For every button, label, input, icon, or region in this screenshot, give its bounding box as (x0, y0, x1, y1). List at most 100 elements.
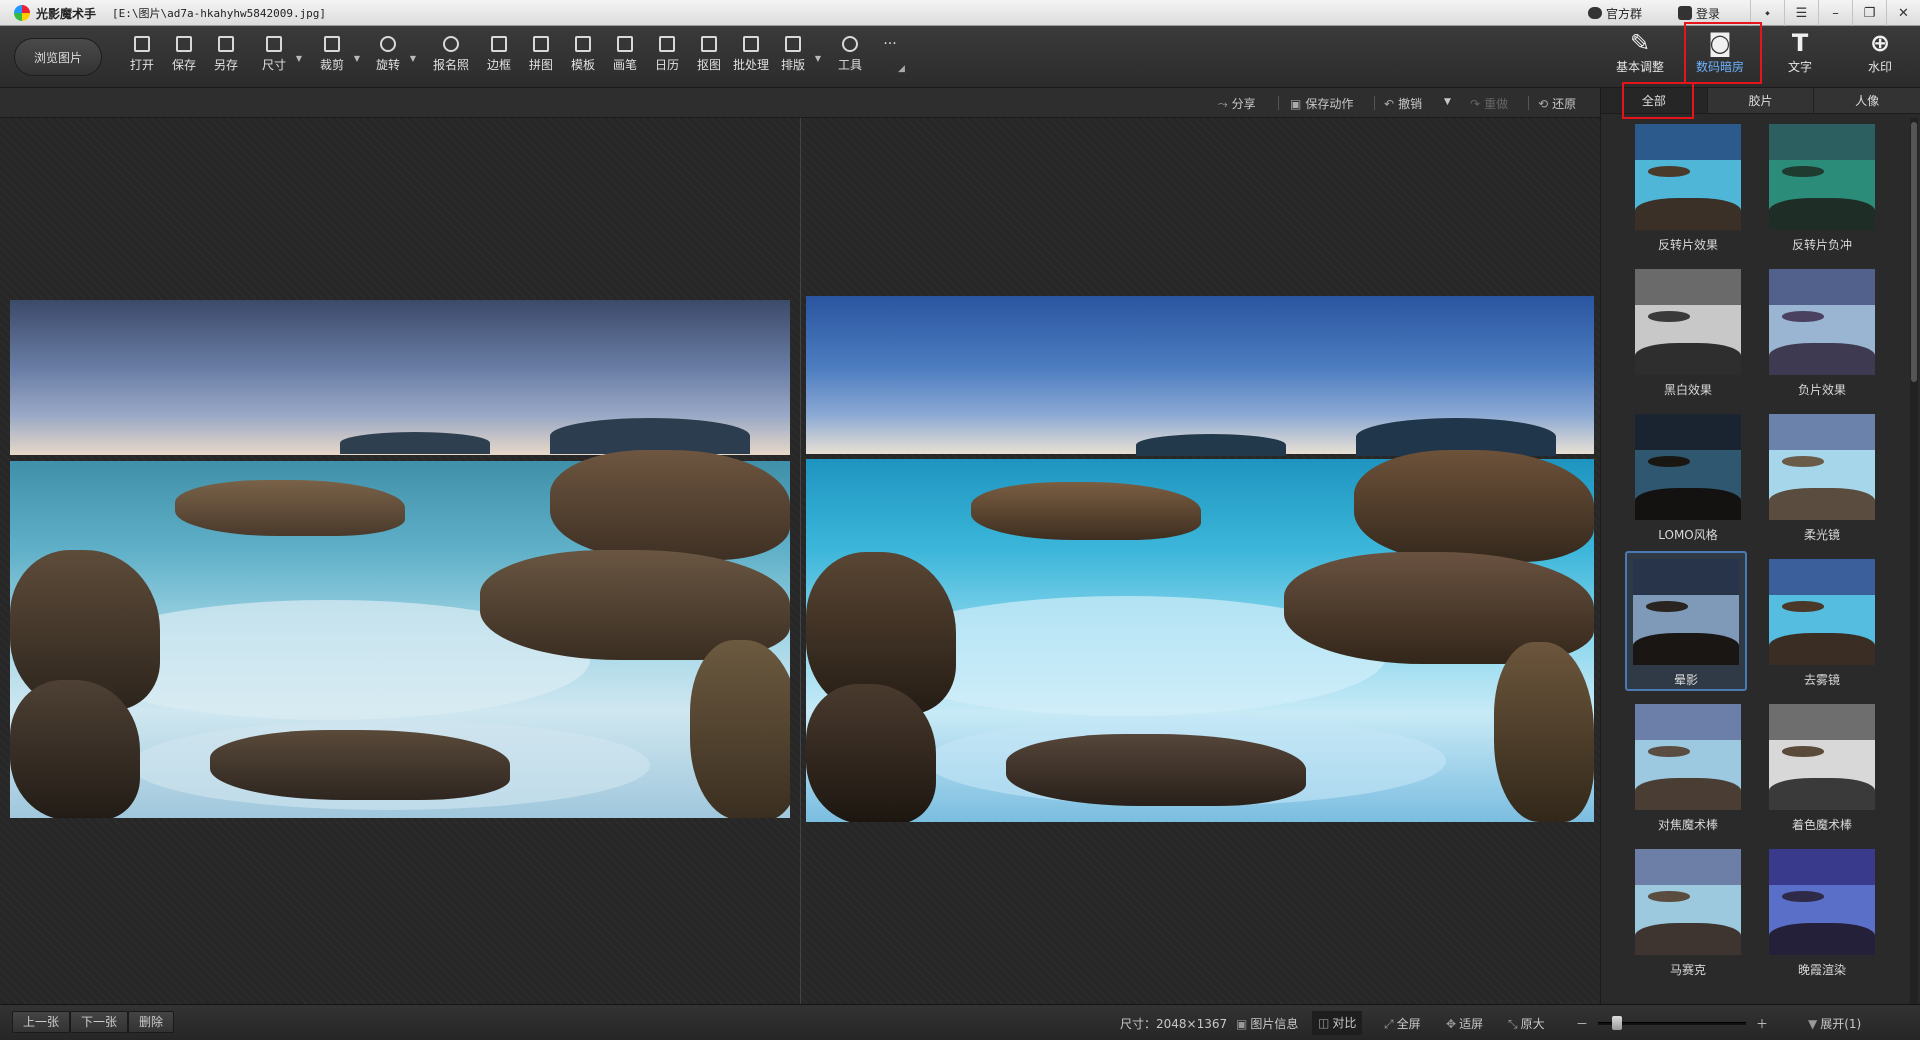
edit-icon: ✎ (1629, 29, 1651, 57)
batch-button[interactable]: 批处理 (731, 36, 771, 80)
original-size-button[interactable]: ⤡ 原大 (1508, 1015, 1545, 1032)
effects-grid: 反转片效果 反转片负冲 黑白效果 负片效果 LOMO风格 柔光镜 晕影 去雾镜 (1601, 118, 1909, 1004)
zoom-in-button[interactable]: ＋ (1756, 1015, 1768, 1032)
effect-item[interactable]: 着色魔术棒 (1761, 698, 1883, 838)
tab-portrait[interactable]: 人像 (1814, 88, 1920, 113)
fullscreen-button[interactable]: ⤢ 全屏 (1384, 1015, 1421, 1032)
border-button[interactable]: 边框 (479, 36, 519, 80)
menu-icon[interactable]: ☰ (1784, 0, 1818, 26)
effect-item[interactable]: 去雾镜 (1761, 553, 1883, 693)
login-label: 登录 (1696, 6, 1721, 21)
effect-item[interactable]: 柔光镜 (1761, 408, 1883, 548)
effect-thumbnail (1769, 414, 1875, 520)
undo-history-dropdown[interactable]: ▼ (1444, 97, 1451, 107)
zoom-out-button[interactable]: － (1576, 1015, 1588, 1032)
effect-item[interactable]: 反转片负冲 (1761, 118, 1883, 258)
effect-item-selected[interactable]: 晕影 (1625, 551, 1747, 691)
compare-divider[interactable] (800, 118, 801, 1004)
divider (1278, 96, 1279, 110)
id-photo-icon (443, 36, 459, 52)
browse-images-button[interactable]: 浏览图片 (14, 38, 102, 76)
save-as-button[interactable]: 另存 (206, 36, 246, 80)
text-tool-button[interactable]: T 文字 (1761, 26, 1839, 82)
brush-icon (617, 36, 633, 52)
cutout-icon (701, 36, 717, 52)
scrollbar-thumb[interactable] (1911, 122, 1917, 382)
calendar-icon (659, 36, 675, 52)
fit-screen-button[interactable]: ✥ 适屏 (1446, 1015, 1483, 1032)
cutout-button[interactable]: 抠图 (689, 36, 729, 80)
effect-item[interactable]: 负片效果 (1761, 263, 1883, 403)
rotate-icon (380, 36, 396, 52)
effect-item[interactable]: 对焦魔术棒 (1627, 698, 1749, 838)
minimize-icon[interactable]: – (1818, 0, 1852, 26)
template-button[interactable]: 模板 (563, 36, 603, 80)
crop-button[interactable]: 裁剪 ▼ (312, 36, 360, 80)
save-icon (176, 36, 192, 52)
collage-button[interactable]: 拼图 (521, 36, 561, 80)
effect-thumbnail (1769, 269, 1875, 375)
save-action-button[interactable]: ▣ 保存动作 (1290, 95, 1353, 112)
highlight-box-darkroom (1684, 22, 1762, 84)
chevron-down-icon[interactable]: ▼ (296, 54, 302, 63)
effect-item[interactable]: 马赛克 (1627, 843, 1749, 983)
effect-item[interactable]: LOMO风格 (1627, 408, 1749, 548)
crop-icon (324, 36, 340, 52)
restore-icon[interactable]: ❐ (1852, 0, 1886, 26)
resize-icon (266, 36, 282, 52)
delete-button[interactable]: 删除 (128, 1011, 175, 1033)
undo-button[interactable]: ↶ 撤销 (1384, 95, 1422, 112)
chevron-down-icon[interactable]: ▼ (354, 54, 360, 63)
open-icon (134, 36, 150, 52)
expand-toolbar-icon[interactable]: ◢ (898, 64, 905, 74)
layout-icon (785, 36, 801, 52)
file-path: [E:\图片\ad7a-hkahyhw5842009.jpg] (112, 7, 327, 20)
close-icon[interactable]: ✕ (1886, 0, 1920, 26)
share-button[interactable]: ⤳ 分享 (1218, 95, 1256, 112)
effect-item[interactable]: 反转片效果 (1627, 118, 1749, 258)
basic-adjust-button[interactable]: ✎ 基本调整 (1601, 26, 1679, 82)
effects-scrollbar[interactable] (1910, 118, 1918, 1004)
resize-button[interactable]: 尺寸 ▼ (254, 36, 302, 80)
brush-button[interactable]: 画笔 (605, 36, 645, 80)
layout-button[interactable]: 排版 ▼ (773, 36, 821, 80)
watermark-button[interactable]: ⊕ 水印 (1841, 26, 1919, 82)
share-icon: ⤳ (1218, 97, 1228, 111)
compare-button[interactable]: ◫ 对比 (1312, 1011, 1363, 1035)
effect-thumbnail (1769, 559, 1875, 665)
prev-image-button[interactable]: 上一张 (12, 1011, 71, 1033)
collage-icon (533, 36, 549, 52)
calendar-button[interactable]: 日历 (647, 36, 687, 80)
effect-thumbnail (1635, 269, 1741, 375)
chevron-down-icon[interactable]: ▼ (815, 54, 821, 63)
restore-button[interactable]: ⟲ 还原 (1538, 95, 1576, 112)
image-canvas[interactable] (0, 118, 1600, 1004)
chevron-down-icon[interactable]: ▼ (410, 54, 416, 63)
zoom-slider-handle[interactable] (1611, 1016, 1622, 1030)
effect-item[interactable]: 黑白效果 (1627, 263, 1749, 403)
fit-icon: ✥ (1446, 1017, 1457, 1031)
official-group-link[interactable]: 官方群 (1588, 0, 1642, 26)
effect-thumbnail (1769, 849, 1875, 955)
processed-image[interactable] (806, 296, 1594, 822)
rotate-button[interactable]: 旋转 ▼ (368, 36, 416, 80)
tab-film[interactable]: 胶片 (1708, 88, 1815, 113)
next-image-button[interactable]: 下一张 (70, 1011, 129, 1033)
image-info-button[interactable]: ▣ 图片信息 (1236, 1015, 1298, 1032)
save-action-icon: ▣ (1290, 97, 1302, 111)
original-image[interactable] (10, 300, 790, 818)
expand-button[interactable]: ▼ 展开(1) (1808, 1015, 1861, 1032)
id-photo-button[interactable]: 报名照 (431, 36, 471, 80)
title-bar: 光影魔术手 [E:\图片\ad7a-hkahyhw5842009.jpg] 官方… (0, 0, 1920, 26)
effect-thumbnail (1635, 849, 1741, 955)
batch-icon (743, 36, 759, 52)
user-icon (1678, 6, 1692, 20)
effects-panel: 全部 胶片 人像 反转片效果 反转片负冲 黑白效果 负片效果 LOMO风格 柔光… (1600, 82, 1920, 1004)
app-logo-icon (14, 5, 30, 21)
save-button[interactable]: 保存 (164, 36, 204, 80)
original-size-icon: ⤡ (1508, 1017, 1518, 1031)
redo-button[interactable]: ↷ 重做 (1470, 95, 1508, 112)
open-button[interactable]: 打开 (122, 36, 162, 80)
tools-button[interactable]: 工具 (830, 36, 870, 80)
effect-item[interactable]: 晚霞渲染 (1761, 843, 1883, 983)
